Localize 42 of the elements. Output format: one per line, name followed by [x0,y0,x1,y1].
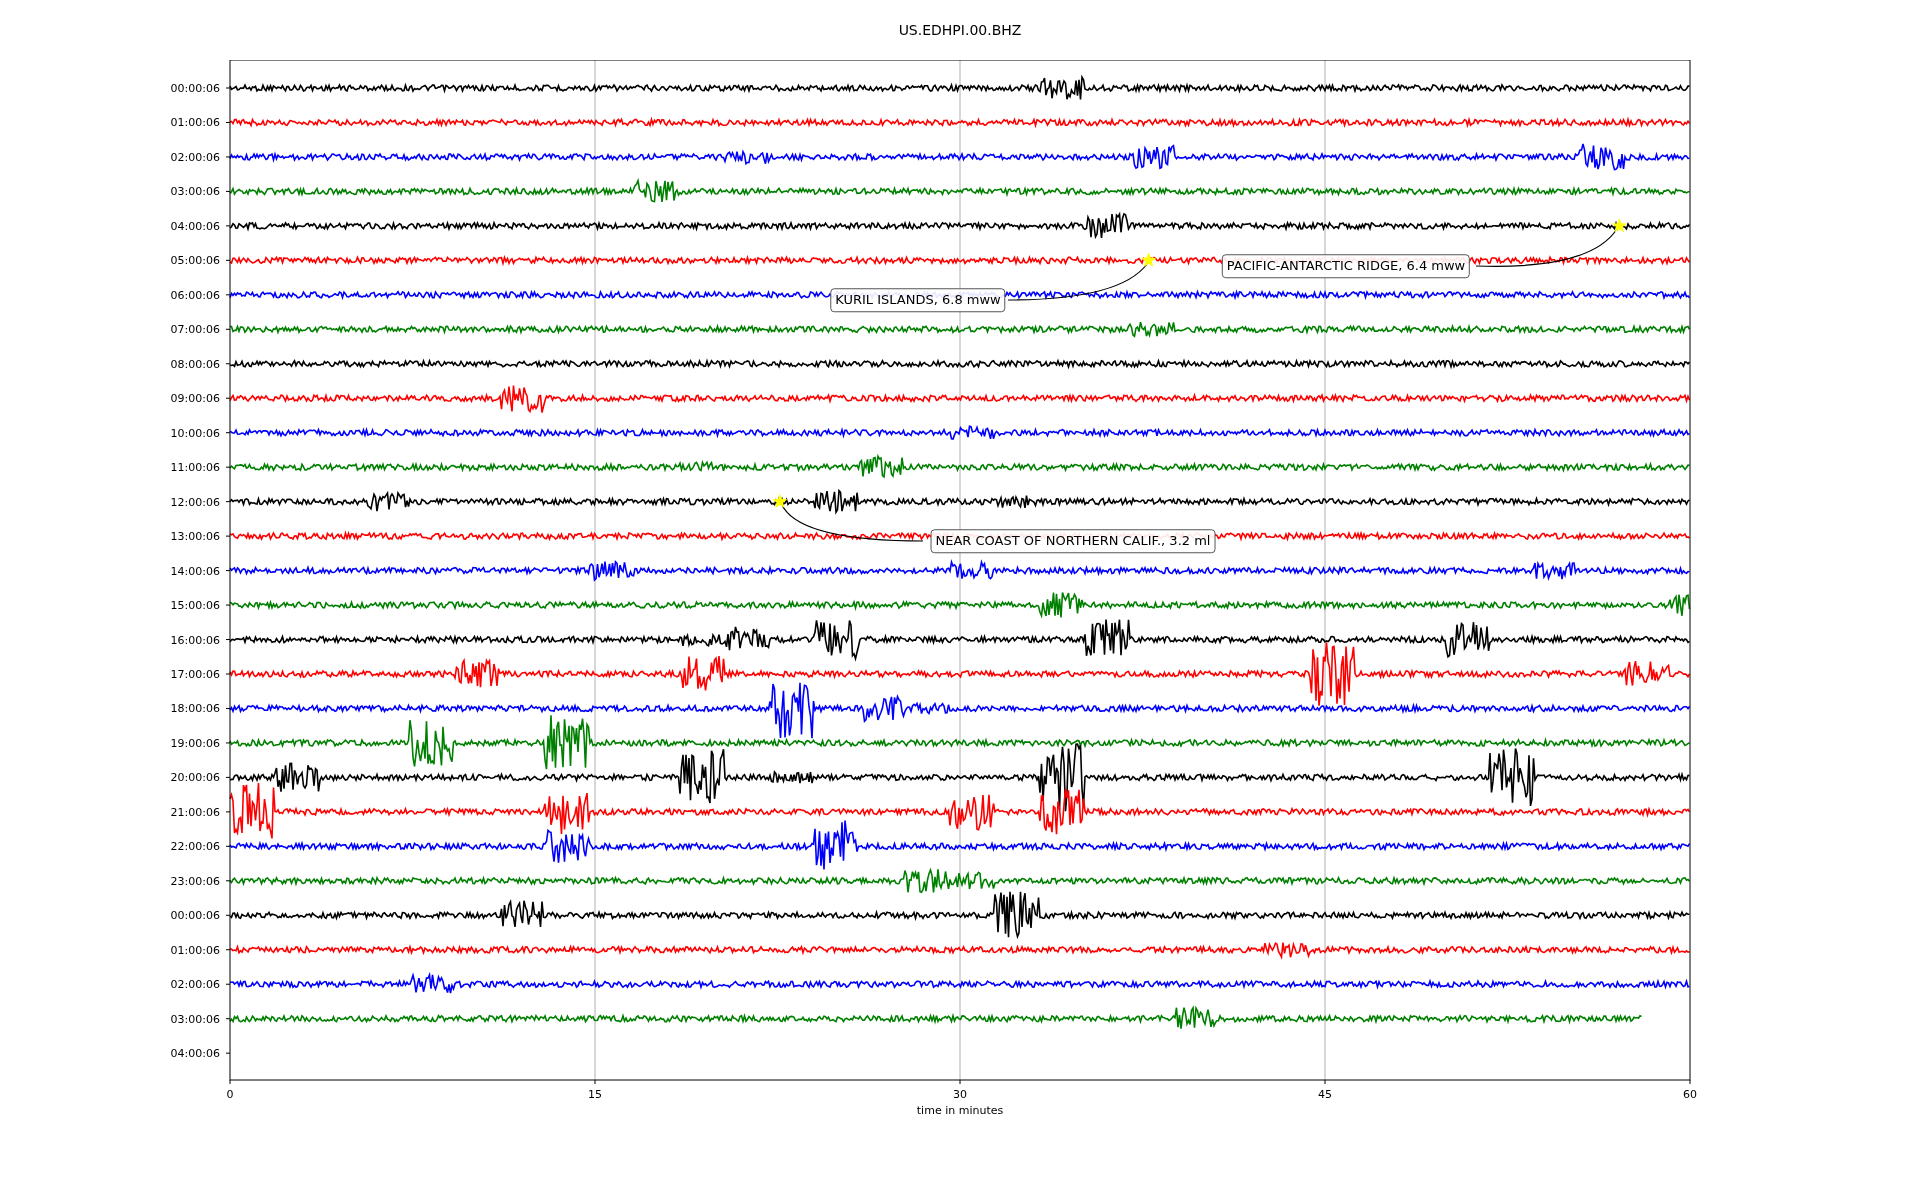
y-tick-label: 08:00:06 [170,357,220,371]
star-icon [1611,217,1627,233]
y-tick-label: 03:00:06 [170,185,220,199]
y-tick-label: 02:00:06 [170,978,220,992]
y-tick-label: 03:00:06 [170,1012,220,1026]
y-tick-label: 19:00:06 [170,736,220,750]
y-tick-label: 23:00:06 [170,874,220,888]
x-tick-label: 45 [1318,1088,1332,1101]
y-tick-label: 01:00:06 [170,943,220,957]
y-tick-label: 04:00:06 [170,1047,220,1061]
x-tick-label: 0 [226,1088,234,1101]
x-tick-label: 60 [1683,1088,1697,1101]
y-tick-label: 15:00:06 [170,599,220,613]
y-tick-label: 00:00:06 [170,909,220,923]
y-tick-label: 22:00:06 [170,840,220,854]
event-label: KURIL ISLANDS, 6.8 mww [830,288,1006,312]
y-tick-label: 21:00:06 [170,805,220,819]
y-tick-label: 01:00:06 [170,116,220,130]
y-tick-label: 16:00:06 [170,633,220,647]
y-tick-label: 20:00:06 [170,771,220,785]
y-tick-label: 11:00:06 [170,461,220,475]
x-axis-label: time in minutes [916,1104,1004,1117]
y-tick-label: 14:00:06 [170,564,220,578]
y-tick-label: 10:00:06 [170,426,220,440]
y-tick-label: 05:00:06 [170,254,220,268]
y-tick-label: 04:00:06 [170,219,220,233]
event-label: PACIFIC-ANTARCTIC RIDGE, 6.4 mww [1221,254,1471,278]
y-tick-label: 02:00:06 [170,150,220,164]
chart-title: US.EDHPI.00.BHZ [898,20,1022,40]
y-tick-label: 17:00:06 [170,668,220,681]
y-tick-label: 06:00:06 [170,288,220,302]
event-label: NEAR COAST OF NORTHERN CALIF., 3.2 ml [930,529,1216,553]
star-icon [772,493,788,509]
x-tick-label: 30 [953,1088,967,1101]
y-tick-label: 12:00:06 [170,495,220,509]
y-tick-label: 13:00:06 [170,530,220,544]
y-tick-label: 18:00:06 [170,702,220,716]
x-tick-label: 15 [588,1088,602,1101]
star-icon [1141,252,1157,267]
y-tick-label: 00:00:06 [170,82,220,95]
y-tick-label: 09:00:06 [170,392,220,406]
y-tick-label: 07:00:06 [170,323,220,337]
